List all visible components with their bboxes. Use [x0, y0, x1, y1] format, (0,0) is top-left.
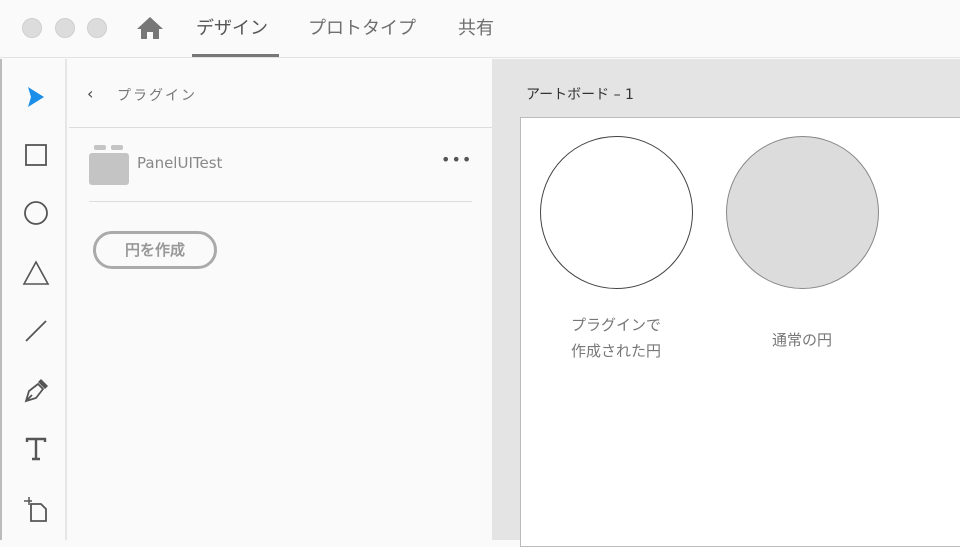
artboard-tool-icon[interactable] [22, 495, 50, 523]
ellipse-tool-icon[interactable] [22, 199, 50, 227]
title-bar: デザイン プロトタイプ 共有 [0, 0, 960, 58]
tab-prototype[interactable]: プロトタイプ [308, 14, 416, 40]
minimize-window-button[interactable] [55, 18, 75, 38]
artboard-title[interactable]: アートボード – 1 [526, 84, 634, 104]
line-tool-icon[interactable] [22, 317, 50, 345]
canvas: アートボード – 1 プラグインで 作成された円 通常の円 [492, 59, 960, 547]
home-icon[interactable] [136, 16, 164, 40]
maximize-window-button[interactable] [87, 18, 107, 38]
tab-design[interactable]: デザイン [196, 14, 268, 40]
plugin-icon [89, 145, 129, 185]
back-chevron-icon[interactable]: ‹ [87, 84, 93, 103]
plugin-circle[interactable] [540, 136, 693, 289]
tool-bar [0, 59, 67, 540]
normal-circle-label: 通常の円 [771, 331, 832, 349]
create-circle-button[interactable]: 円を作成 [93, 231, 217, 269]
plugin-circle-label: プラグインで 作成された円 [570, 316, 661, 360]
divider [69, 127, 492, 128]
polygon-tool-icon[interactable] [22, 259, 50, 287]
plugin-panel: ‹ プラグイン PanelUITest ••• 円を作成 [69, 60, 492, 540]
text-tool-icon[interactable] [22, 435, 50, 463]
tab-share[interactable]: 共有 [458, 14, 494, 40]
divider [89, 201, 472, 202]
plugin-name: PanelUITest [137, 154, 223, 172]
select-tool-icon[interactable] [22, 83, 50, 111]
active-tab-indicator [192, 54, 279, 57]
close-window-button[interactable] [22, 18, 42, 38]
panel-title: プラグイン [117, 88, 197, 104]
rectangle-tool-icon[interactable] [22, 141, 50, 169]
normal-circle[interactable] [726, 136, 879, 289]
artboard[interactable]: プラグインで 作成された円 通常の円 [520, 117, 960, 547]
more-options-button[interactable]: ••• [441, 150, 472, 169]
pen-tool-icon[interactable] [22, 377, 50, 405]
